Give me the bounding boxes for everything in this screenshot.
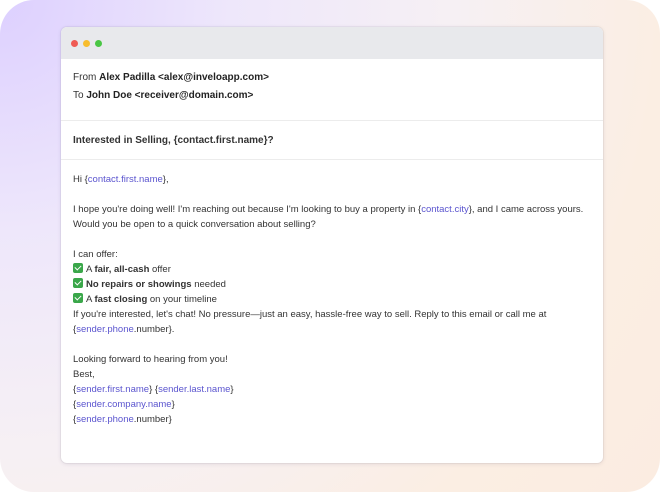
checkmark-icon (73, 278, 83, 288)
cta-text-end: .number}. (133, 324, 175, 335)
greeting-suffix: }, (162, 174, 169, 185)
email-body: Hi {contact.first.name}, I hope you're d… (61, 160, 603, 427)
checkmark-icon (73, 293, 83, 303)
to-label: To (73, 90, 84, 101)
offer-bold: fast closing (94, 294, 148, 305)
closing-line: Looking forward to hearing from you! (73, 354, 228, 365)
offer-item: No repairs or showings needed (73, 277, 591, 292)
signature-name-line: {sender.first.name} {sender.last.name} (73, 384, 234, 395)
to-line: To John Doe <receiver@domain.com> (73, 90, 591, 108)
from-address: Alex Padilla <alex@inveloapp.com> (99, 72, 269, 83)
contact-city-variable: contact.city (421, 204, 469, 215)
offer-heading: I can offer: (73, 249, 118, 260)
offer-bold: fair, all-cash (94, 264, 150, 275)
cta-paragraph: If you're interested, let's chat! No pre… (73, 307, 591, 337)
page-background: From Alex Padilla <alex@inveloapp.com> T… (0, 0, 660, 492)
intro-text: I hope you're doing well! I'm reaching o… (73, 204, 422, 215)
from-label: From (73, 72, 97, 83)
signoff-line: Best, (73, 369, 95, 380)
offer-item: A fast closing on your timeline (73, 292, 591, 307)
from-line: From Alex Padilla <alex@inveloapp.com> (73, 72, 591, 90)
signature-phone-line: {sender.phone.number} (73, 414, 172, 425)
sender-company-name-variable: sender.company.name (76, 399, 172, 410)
to-address: John Doe <receiver@domain.com> (86, 90, 254, 101)
email-subject: Interested in Selling, {contact.first.na… (61, 121, 603, 160)
email-preview-card: From Alex Padilla <alex@inveloapp.com> T… (61, 27, 603, 463)
close-window-dot-icon[interactable] (71, 39, 78, 47)
offer-bold: No repairs or showings (86, 279, 192, 290)
phone-suffix: .number} (133, 414, 172, 425)
offer-text: offer (149, 264, 171, 275)
greeting-line: Hi {contact.first.name}, (73, 172, 591, 187)
intro-paragraph: I hope you're doing well! I'm reaching o… (73, 202, 591, 232)
sender-first-name-variable: sender.first.name (76, 384, 150, 395)
sender-phone-variable: sender.phone (76, 414, 134, 425)
offer-item: A fair, all-cash offer (73, 262, 591, 277)
signature-company-line: {sender.company.name} (73, 399, 175, 410)
minimize-window-dot-icon[interactable] (83, 39, 90, 47)
checkmark-icon (73, 263, 83, 273)
offer-text: needed (191, 279, 226, 290)
sender-phone-variable: sender.phone (76, 324, 134, 335)
window-titlebar (61, 27, 603, 59)
maximize-window-dot-icon[interactable] (95, 39, 102, 47)
sender-last-name-variable: sender.last.name (158, 384, 231, 395)
email-header: From Alex Padilla <alex@inveloapp.com> T… (61, 59, 603, 121)
greeting-text: Hi { (73, 174, 88, 185)
contact-first-name-variable: contact.first.name (87, 174, 163, 185)
offer-text: on your timeline (147, 294, 217, 305)
